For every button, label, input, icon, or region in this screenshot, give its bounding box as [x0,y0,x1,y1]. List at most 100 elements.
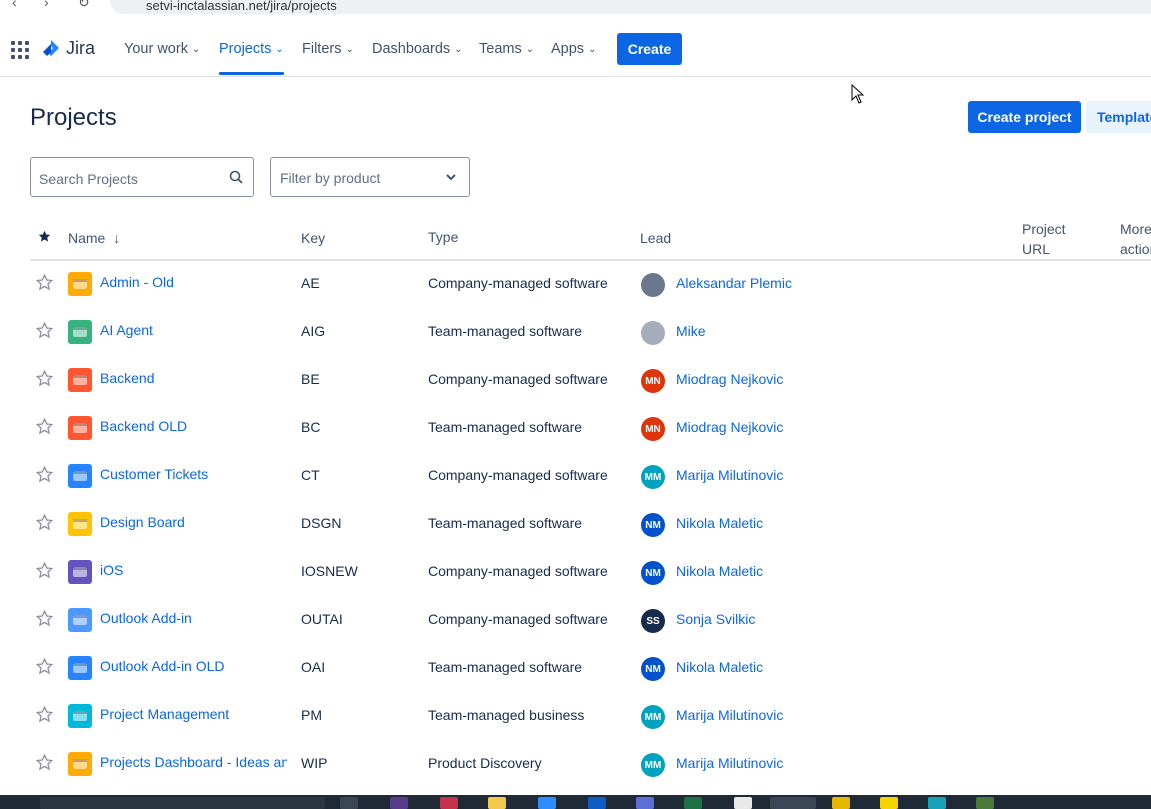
lead-name-link[interactable]: Miodrag Nejkovic [676,371,783,387]
taskbar-app-icon[interactable] [390,797,408,809]
reload-icon[interactable]: ↻ [78,0,90,11]
lead-avatar[interactable]: SS [641,609,665,633]
lead-avatar[interactable]: NM [641,513,665,537]
back-icon[interactable]: ‹ [12,0,17,10]
project-avatar-icon[interactable] [68,464,92,488]
lead-name-link[interactable]: Sonja Svilkic [676,611,755,627]
star-icon[interactable] [35,465,54,488]
star-icon[interactable] [35,609,54,632]
project-name-link[interactable]: Outlook Add-in [100,610,192,626]
lead-avatar[interactable] [641,321,665,345]
column-header-name[interactable]: Name ↓ [68,230,120,246]
project-name-link[interactable]: iOS [100,562,123,578]
project-name-link[interactable]: Admin - Old [100,274,174,290]
address-bar[interactable]: setvi-inctalassian.net/jira/projects [110,0,1151,14]
project-avatar-icon[interactable] [68,752,92,776]
project-avatar-icon[interactable] [68,560,92,584]
star-icon[interactable] [35,369,54,392]
lead-avatar[interactable]: MM [641,465,665,489]
project-avatar-icon[interactable] [68,512,92,536]
templates-button[interactable]: Templates [1086,101,1151,133]
star-icon[interactable] [35,561,54,584]
project-name-link[interactable]: Customer Tickets [100,466,208,482]
nav-dashboards[interactable]: Dashboards ⌄ [372,41,463,57]
project-avatar-icon[interactable] [68,656,92,680]
project-key: BC [301,419,321,435]
nav-projects[interactable]: Projects ⌄ [219,41,284,57]
project-name-link[interactable]: Design Board [100,514,185,530]
project-name-link[interactable]: Backend [100,370,154,386]
column-header-key[interactable]: Key [301,230,325,246]
lead-name-link[interactable]: Marija Milutinovic [676,707,783,723]
lead-name-link[interactable]: Marija Milutinovic [676,467,783,483]
lead-name-link[interactable]: Nikola Maletic [676,515,763,531]
create-button[interactable]: Create [617,33,682,65]
nav-apps-label: Apps [551,41,585,57]
project-avatar-icon[interactable] [68,704,92,728]
lead-name-link[interactable]: Miodrag Nejkovic [676,419,783,435]
search-icon[interactable] [229,170,243,184]
project-avatar-icon[interactable] [68,272,92,296]
filter-by-product-select[interactable]: Filter by product [270,157,470,197]
lead-avatar[interactable] [641,273,665,297]
lead-name-link[interactable]: Nikola Maletic [676,563,763,579]
taskbar-app-icon[interactable] [832,797,850,809]
star-icon[interactable] [35,273,54,296]
starred-column-star-icon[interactable] [38,230,51,243]
start-button[interactable] [0,797,18,809]
taskbar-app-icon[interactable] [440,797,458,809]
project-name-link[interactable]: Projects Dashboard - Ideas an [100,754,287,770]
lead-avatar[interactable]: MM [641,753,665,777]
create-project-button[interactable]: Create project [968,101,1081,133]
lead-name-link[interactable]: Nikola Maletic [676,659,763,675]
search-input[interactable] [37,170,221,188]
project-name-link[interactable]: Outlook Add-in OLD [100,658,225,674]
project-type: Team-managed software [428,419,583,435]
taskbar-search[interactable] [40,797,325,809]
top-navigation: Jira Your work ⌄ Projects ⌄ Filters ⌄ Dashb… [0,19,1151,77]
project-avatar-icon[interactable] [68,320,92,344]
star-icon[interactable] [35,417,54,440]
lead-name-link[interactable]: Marija Milutinovic [676,755,783,771]
lead-name-link[interactable]: Mike [676,323,706,339]
taskbar-app-icon[interactable] [538,797,556,809]
taskbar-app-icon[interactable] [636,797,654,809]
lead-avatar[interactable]: MN [641,369,665,393]
chevron-down-icon: ⌄ [275,44,284,55]
forward-icon[interactable]: › [44,0,49,10]
project-avatar-icon[interactable] [68,416,92,440]
nav-apps[interactable]: Apps ⌄ [551,41,596,57]
lead-avatar[interactable]: MN [641,417,665,441]
taskbar-app-icon[interactable] [880,797,898,809]
star-icon[interactable] [35,657,54,680]
nav-teams[interactable]: Teams ⌄ [479,41,534,57]
taskbar-app-icon[interactable] [928,797,946,809]
lead-avatar[interactable]: MM [641,705,665,729]
column-header-type[interactable]: Type [428,229,458,245]
project-avatar-icon[interactable] [68,368,92,392]
column-header-lead[interactable]: Lead [640,230,671,246]
jira-logo[interactable]: Jira [41,38,95,59]
taskbar-app-icon-active[interactable] [770,797,816,809]
taskbar-app-icon[interactable] [588,797,606,809]
project-name-link[interactable]: Project Management [100,706,229,722]
project-avatar-icon[interactable] [68,608,92,632]
search-projects-field[interactable] [30,157,254,197]
taskbar-app-icon[interactable] [340,797,358,809]
taskbar-app-icon[interactable] [734,797,752,809]
lead-name-link[interactable]: Aleksandar Plemic [676,275,792,291]
taskbar-app-icon[interactable] [488,797,506,809]
star-icon[interactable] [35,753,54,776]
project-name-link[interactable]: Backend OLD [100,418,187,434]
app-switcher-grid-icon[interactable] [11,41,29,59]
lead-avatar[interactable]: NM [641,561,665,585]
taskbar-app-icon[interactable] [684,797,702,809]
nav-filters[interactable]: Filters ⌄ [302,41,354,57]
taskbar-app-icon[interactable] [976,797,994,809]
project-name-link[interactable]: AI Agent [100,322,153,338]
star-icon[interactable] [35,705,54,728]
nav-your-work[interactable]: Your work ⌄ [124,41,200,57]
lead-avatar[interactable]: NM [641,657,665,681]
star-icon[interactable] [35,513,54,536]
star-icon[interactable] [35,321,54,344]
